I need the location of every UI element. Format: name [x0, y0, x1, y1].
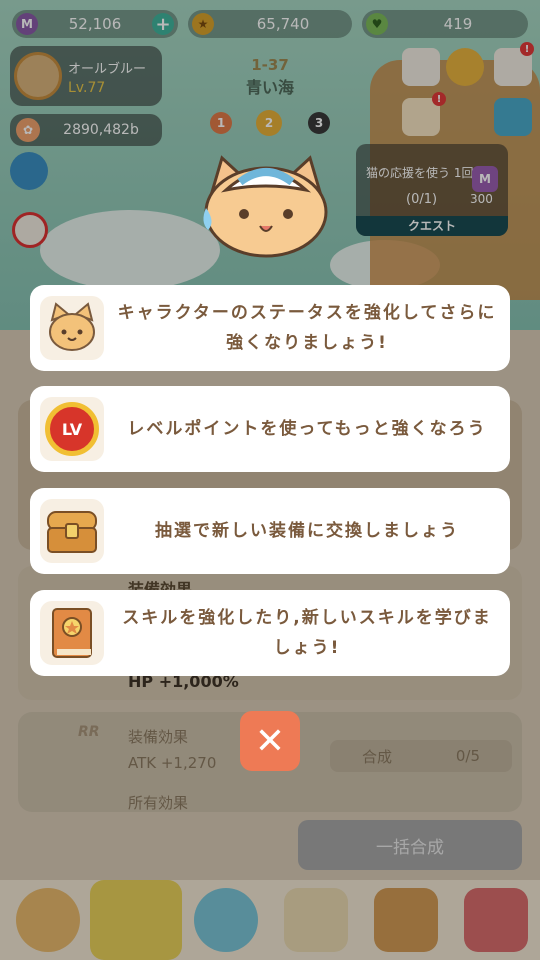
tip-text: 抽選で新しい装備に交換しましょう: [155, 521, 459, 541]
treasure-chest-icon: [40, 499, 104, 563]
skill-book-icon: [40, 601, 104, 665]
tip-card: キャラクターのステータスを強化してさらに強くなりましょう!: [30, 285, 510, 371]
level-point-icon: LV: [40, 397, 104, 461]
tip-card: LV レベルポイントを使ってもっと強くなろう: [30, 386, 510, 472]
cat-face-icon: [40, 296, 104, 360]
tip-card: スキルを強化したり,新しいスキルを学びましょう!: [30, 590, 510, 676]
modal-overlay: [0, 0, 540, 960]
tip-card: 抽選で新しい装備に交換しましょう: [30, 488, 510, 574]
tip-text: キャラクターのステータスを強化してさらに強くなりましょう!: [117, 303, 497, 353]
mascot-cat-icon: [203, 155, 328, 258]
tip-text: レベルポイントを使ってもっと強くなろう: [127, 419, 487, 439]
level-point-label: LV: [45, 402, 99, 456]
close-button[interactable]: ✕: [240, 711, 300, 771]
tip-text: スキルを強化したり,新しいスキルを学びましょう!: [122, 608, 492, 658]
